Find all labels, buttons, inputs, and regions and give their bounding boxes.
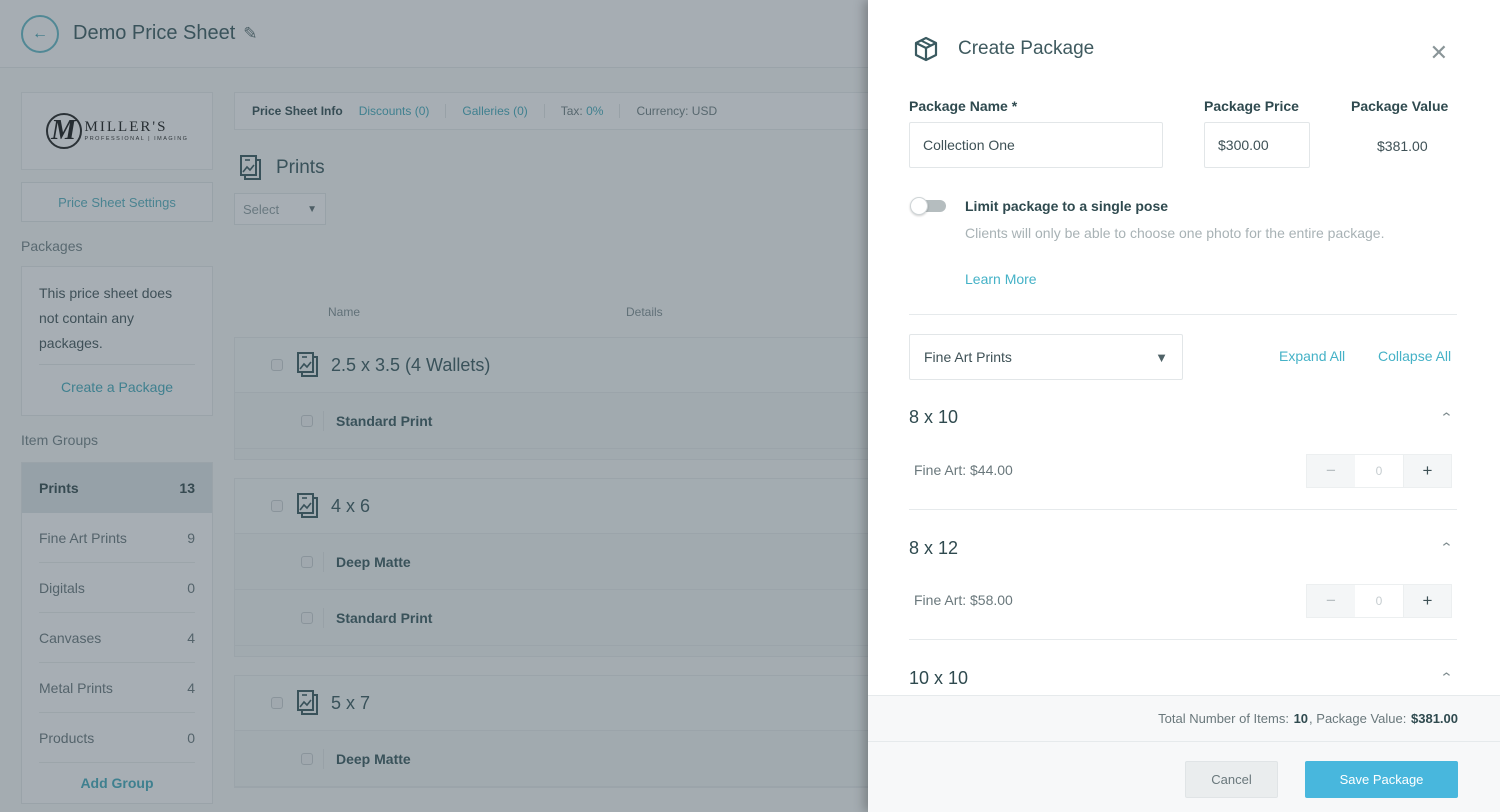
panel-title: Create Package [958,38,1095,59]
package-name-label: Package Name * [909,98,1018,114]
size-price: Fine Art: $44.00 [914,462,1013,478]
chevron-up-icon[interactable]: ⌃ [1439,410,1453,426]
decrement-button[interactable]: − [1307,455,1355,487]
total-items-value: 10 [1293,711,1309,726]
quantity-stepper: − 0 + [1306,454,1452,488]
divider [909,314,1457,315]
learn-more-link[interactable]: Learn More [965,271,1037,287]
package-box-icon [914,36,938,62]
panel-footer: Cancel Save Package [868,742,1500,812]
single-pose-label: Limit package to a single pose [965,198,1169,214]
single-pose-help: Clients will only be able to choose one … [965,225,1385,241]
expand-all-link[interactable]: Expand All [1279,348,1345,364]
modal-backdrop[interactable] [0,0,868,812]
close-icon[interactable]: ✕ [1430,40,1448,66]
size-price: Fine Art: $58.00 [914,592,1013,608]
decrement-button[interactable]: − [1307,585,1355,617]
chevron-up-icon[interactable]: ⌃ [1439,540,1453,556]
total-value-label: , Package Value: [1309,711,1407,726]
panel-header: Create Package [914,36,1094,62]
quantity-stepper: − 0 + [1306,584,1452,618]
increment-button[interactable]: + [1403,585,1451,617]
divider [909,639,1457,640]
size-heading[interactable]: 8 x 12 [909,538,958,559]
package-totals: Total Number of Items: 10, Package Value… [868,695,1500,742]
quantity-value[interactable]: 0 [1355,455,1403,487]
cancel-button[interactable]: Cancel [1185,761,1278,798]
increment-button[interactable]: + [1403,455,1451,487]
divider [909,509,1457,510]
size-heading[interactable]: 8 x 10 [909,407,958,428]
create-package-panel: Create Package ✕ Package Name * Package … [868,0,1500,812]
single-pose-toggle[interactable] [910,197,946,215]
package-price-input[interactable] [1204,122,1310,168]
package-name-input[interactable] [909,122,1163,168]
save-package-button[interactable]: Save Package [1305,761,1458,798]
size-heading[interactable]: 10 x 10 [909,668,968,689]
total-items-label: Total Number of Items: [1158,711,1289,726]
item-group-selected: Fine Art Prints [924,349,1012,365]
total-value: $381.00 [1411,711,1458,726]
package-value-label: Package Value [1351,98,1449,114]
package-value: $381.00 [1377,138,1428,154]
quantity-value[interactable]: 0 [1355,585,1403,617]
item-group-select[interactable]: Fine Art Prints ▼ [909,334,1183,380]
collapse-all-link[interactable]: Collapse All [1378,348,1451,364]
chevron-up-icon[interactable]: ⌃ [1439,670,1453,686]
caret-down-icon: ▼ [1155,349,1168,365]
package-price-label: Package Price [1204,98,1299,114]
